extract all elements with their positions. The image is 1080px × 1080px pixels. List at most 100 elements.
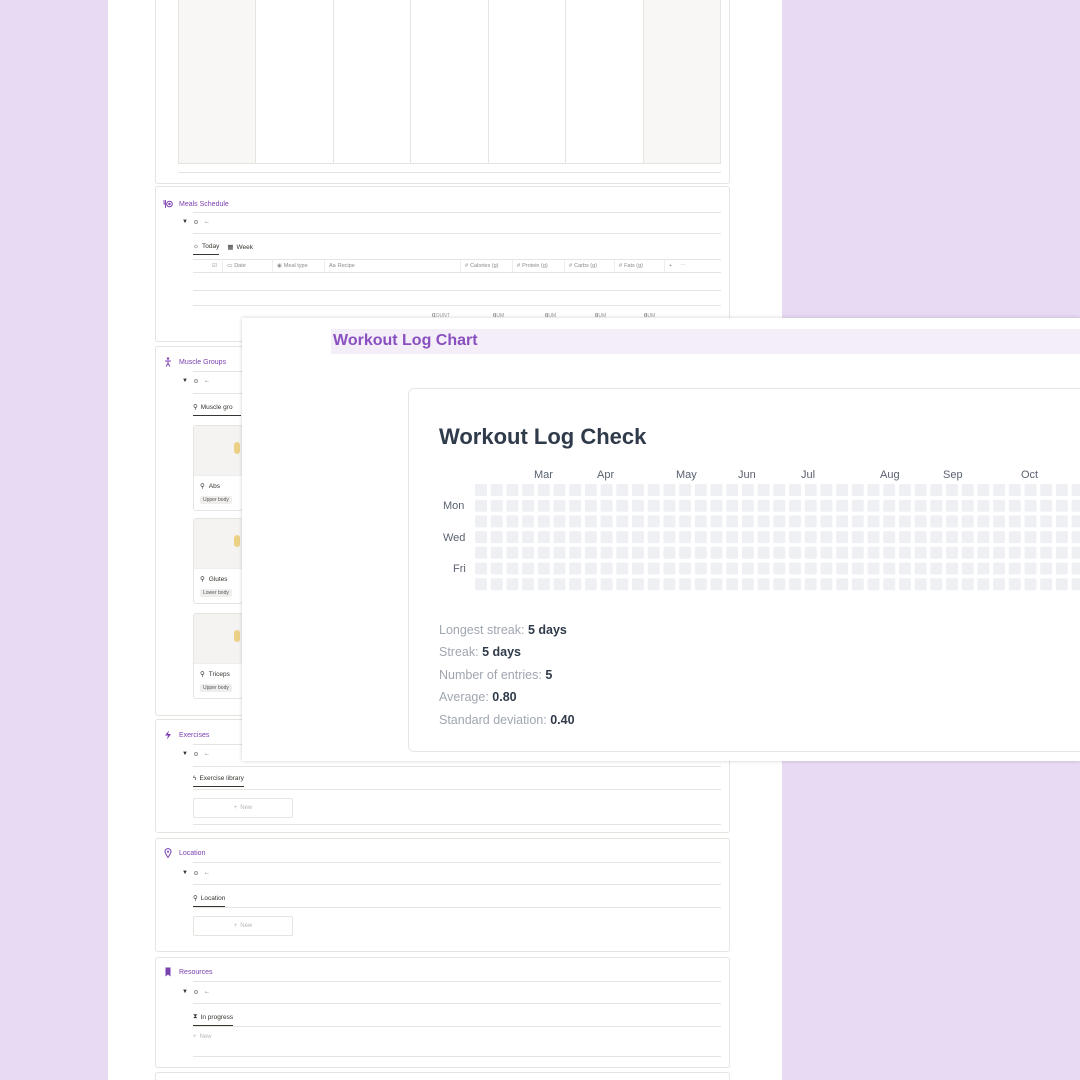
heatmap-cell	[867, 484, 880, 496]
new-label: New	[240, 923, 253, 929]
location-header[interactable]: Location	[163, 848, 205, 858]
calendar-day-column[interactable]	[256, 0, 334, 163]
calendar-day-column[interactable]	[643, 0, 720, 163]
new-label: New	[199, 1034, 212, 1040]
toggle-triangle-icon[interactable]: ▼	[182, 989, 188, 995]
divider	[193, 907, 721, 908]
heatmap-cell	[789, 578, 801, 591]
heatmap-cell	[773, 546, 786, 559]
toggle-triangle-icon[interactable]: ▼	[182, 870, 188, 876]
heatmap-cell	[600, 484, 613, 496]
muscle-title: Muscle Groups	[179, 358, 227, 366]
heatmap-cell	[632, 546, 644, 559]
toggle-row[interactable]: ▼ ←	[182, 870, 210, 876]
heatmap-cell	[1024, 531, 1037, 544]
calendar-day-column[interactable]	[566, 0, 644, 163]
arrow-left-icon: ←	[203, 378, 210, 384]
calendar-day-column[interactable]	[489, 0, 567, 163]
heatmap-cell	[584, 578, 597, 591]
calendar-day-column[interactable]	[179, 0, 257, 163]
heatmap-cell	[867, 546, 880, 559]
heatmap-cell	[506, 484, 519, 496]
column-header-recipe[interactable]: Aa Recipe	[325, 260, 461, 272]
hourglass-icon: ⧗	[193, 1013, 198, 1020]
tab-label: Today	[201, 243, 220, 250]
more-icon[interactable]: ⋯	[680, 263, 686, 269]
toggle-row[interactable]: ▼ ←	[182, 989, 210, 995]
heatmap-cell	[773, 562, 786, 575]
gallery-card[interactable]: ⚲ Triceps Upper body	[193, 613, 243, 699]
heatmap-cell	[773, 515, 786, 528]
meals-tabbar: ☼ Today ▦ Week	[193, 243, 253, 255]
toggle-triangle-icon[interactable]: ▼	[182, 751, 188, 757]
heatmap-cell	[789, 499, 801, 512]
select-all-checkbox[interactable]: ☑	[193, 260, 223, 272]
heatmap-cell	[1024, 515, 1037, 528]
stat-longest-streak: Longest streak: 5 days	[439, 619, 575, 641]
exercises-header[interactable]: Exercises	[163, 730, 209, 740]
stat-streak: Streak: 5 days	[439, 641, 575, 663]
calendar-day-column[interactable]	[411, 0, 489, 163]
column-header-protein[interactable]: # Protein (g)	[513, 260, 565, 272]
text-icon: Aa	[329, 263, 336, 269]
plus-icon: +	[193, 1034, 197, 1040]
person-icon: ⚲	[200, 671, 205, 678]
column-header-meal-type[interactable]: ◉ Meal type	[273, 260, 325, 272]
heatmap-cell	[961, 546, 974, 559]
new-button[interactable]: + New	[193, 1034, 212, 1040]
meals-header[interactable]: Meals Schedule	[163, 199, 229, 209]
heatmap-cell	[1040, 515, 1053, 528]
gallery-card[interactable]: ⚲ Abs Upper body	[193, 425, 243, 511]
tab-in-progress[interactable]: ⧗ In progress	[193, 1013, 234, 1026]
new-button[interactable]: + New	[193, 798, 293, 818]
heatmap-cell	[632, 531, 644, 544]
heatmap-cell	[1040, 546, 1053, 559]
new-button[interactable]: + New	[193, 916, 293, 936]
toggle-row[interactable]: ▼ ←	[182, 219, 210, 225]
heatmap-cell	[475, 531, 487, 544]
heatmap-cell	[898, 515, 911, 528]
heatmap-cell	[914, 546, 927, 559]
month-label: Jul	[801, 469, 816, 481]
heatmap-cell	[930, 578, 943, 591]
gallery-card[interactable]: ⚲ Glutes Lower body	[193, 518, 243, 604]
muscle-header[interactable]: Muscle Groups	[163, 357, 226, 367]
column-header-fats[interactable]: # Fats (g)	[615, 260, 665, 272]
location-tabbar: ⚲ Location	[193, 894, 226, 907]
tab-muscle-groups[interactable]: ⚲ Muscle gro	[193, 403, 241, 416]
heatmap-cell	[757, 546, 770, 559]
tab-location[interactable]: ⚲ Location	[193, 894, 226, 907]
heatmap-cell	[961, 499, 974, 512]
toggle-row[interactable]: ▼ ←	[182, 751, 210, 757]
heatmap-cell	[993, 499, 1006, 512]
heatmap-cell	[726, 484, 739, 496]
resources-header[interactable]: Resources	[163, 967, 212, 977]
calendar-grid	[178, 0, 721, 164]
card-tag: Upper body	[200, 684, 232, 692]
heatmap-cell	[569, 546, 582, 559]
toggle-triangle-icon[interactable]: ▼	[182, 219, 188, 225]
tab-exercise-library[interactable]: ϟ Exercise library	[193, 775, 244, 787]
toggle-triangle-icon[interactable]: ▼	[182, 378, 188, 384]
meals-table-header: ☑ ▭ Date ◉ Meal type Aa Recipe # Calories (g…	[193, 259, 721, 273]
number-icon: #	[517, 263, 521, 269]
heatmap-cell	[600, 562, 613, 575]
heatmap-cell	[726, 531, 739, 544]
column-header-carbs[interactable]: # Carbs (g)	[565, 260, 615, 272]
column-header-calories[interactable]: # Calories (g)	[461, 260, 513, 272]
toggle-row[interactable]: ▼ ←	[182, 378, 210, 384]
column-header-date[interactable]: ▭ Date	[223, 260, 273, 272]
heatmap-cell	[977, 484, 990, 496]
heatmap-cell	[1040, 562, 1053, 575]
heatmap-cell	[490, 546, 503, 559]
tab-week[interactable]: ▦ Week	[227, 243, 253, 255]
heatmap-cell	[475, 515, 487, 528]
heatmap-cell	[522, 515, 535, 528]
divider	[193, 233, 721, 234]
card-name: Abs	[208, 482, 220, 490]
add-icon[interactable]: +	[669, 263, 672, 269]
heatmap-cell	[506, 531, 519, 544]
tab-today[interactable]: ☼ Today	[193, 243, 220, 255]
calendar-day-column[interactable]	[334, 0, 412, 163]
heatmap-cell	[679, 499, 692, 512]
